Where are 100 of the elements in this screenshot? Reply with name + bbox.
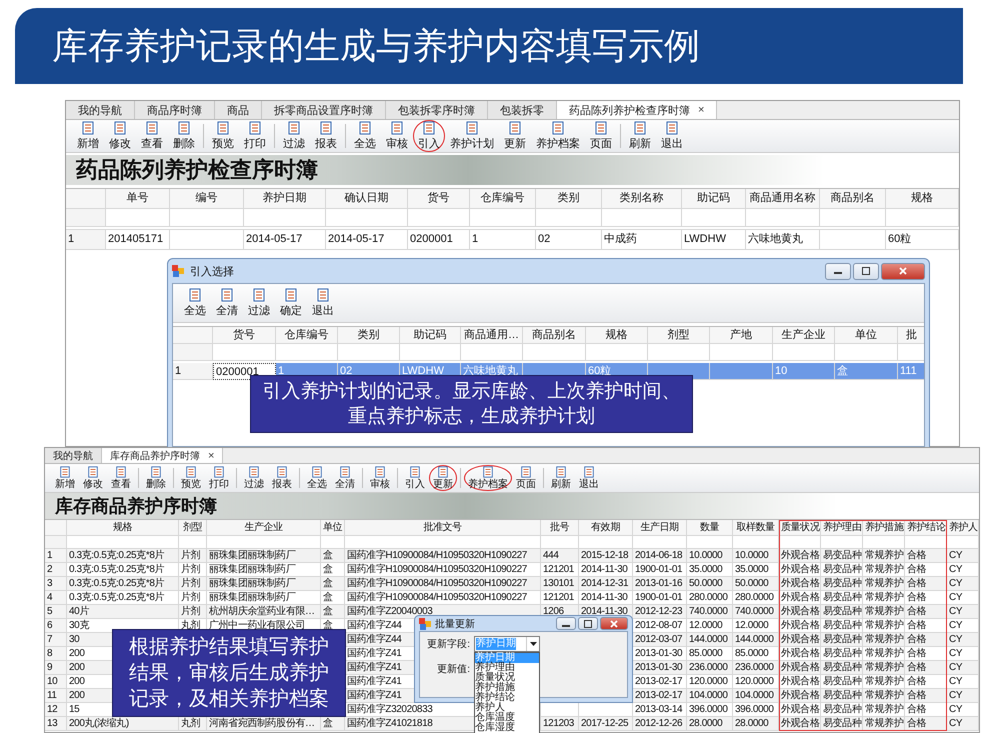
- tab[interactable]: 我的导航: [45, 448, 102, 463]
- toolbar-button[interactable]: 新增: [72, 120, 104, 152]
- toolbar-button[interactable]: 全选: [179, 287, 211, 319]
- toolbar-button[interactable]: 修改: [104, 120, 136, 152]
- column-header[interactable]: 数量: [687, 520, 733, 536]
- table-cell: 盒: [835, 363, 898, 380]
- toolbar-button[interactable]: 刷新: [547, 465, 575, 491]
- column-header[interactable]: 养护结论: [905, 520, 947, 536]
- column-header[interactable]: 剂型: [179, 520, 207, 536]
- column-header[interactable]: 类别名称: [602, 189, 682, 209]
- column-header[interactable]: 单位: [321, 520, 345, 536]
- row-number: 3: [45, 577, 67, 591]
- column-header[interactable]: 规格: [67, 520, 179, 536]
- tab[interactable]: 商品: [215, 101, 262, 119]
- tab[interactable]: 包装拆零序时簿: [386, 101, 488, 119]
- table-cell: 丽珠集团丽珠制药厂: [207, 549, 321, 563]
- toolbar-button[interactable]: 删除: [142, 465, 170, 491]
- column-header[interactable]: 取样数量: [733, 520, 779, 536]
- row-number: 9: [45, 661, 67, 675]
- column-header[interactable]: 生产企业: [207, 520, 321, 536]
- column-header[interactable]: 商品别名: [820, 189, 886, 209]
- column-header[interactable]: 养护措施: [863, 520, 905, 536]
- toolbar-button[interactable]: 修改: [79, 465, 107, 491]
- column-header[interactable]: 单号: [106, 189, 170, 209]
- toolbar-button[interactable]: 过滤: [278, 120, 310, 152]
- toolbar-button[interactable]: 引入: [401, 465, 429, 491]
- tab[interactable]: 库存商品养护序时簿 ×: [102, 448, 224, 463]
- toolbar-button[interactable]: 全清: [331, 465, 359, 491]
- toolbar-button[interactable]: 过滤: [243, 287, 275, 319]
- toolbar-button[interactable]: 全清: [211, 287, 243, 319]
- column-header[interactable]: 商品通用…: [461, 327, 523, 344]
- toolbar-button[interactable]: 页面: [512, 465, 540, 491]
- toolbar-button[interactable]: 删除: [168, 120, 200, 152]
- column-header[interactable]: 商品别名: [523, 327, 586, 344]
- column-header[interactable]: 批号: [541, 520, 579, 536]
- column-header[interactable]: 货号: [408, 189, 470, 209]
- list-option[interactable]: 养护结论: [475, 693, 539, 703]
- tab[interactable]: 我的导航: [66, 101, 135, 119]
- toolbar-button[interactable]: 退出: [307, 287, 339, 319]
- table-cell: 10.0000: [733, 549, 779, 563]
- toolbar-button[interactable]: 过滤: [240, 465, 268, 491]
- toolbar-button[interactable]: 审核: [381, 120, 413, 152]
- column-header[interactable]: 仓库编号: [470, 189, 536, 209]
- column-header[interactable]: 批准文号: [345, 520, 541, 536]
- toolbar-button[interactable]: 养护计划: [445, 120, 499, 152]
- column-header[interactable]: 规格: [886, 189, 959, 209]
- toolbar-button[interactable]: 打印: [239, 120, 271, 152]
- toolbar-button[interactable]: 刷新: [624, 120, 656, 152]
- toolbar-button[interactable]: 打印: [205, 465, 233, 491]
- toolbar-button[interactable]: 新增: [51, 465, 79, 491]
- column-header[interactable]: 商品通用名称: [746, 189, 820, 209]
- toolbar-button[interactable]: 更新: [429, 465, 457, 491]
- column-header[interactable]: 有效期: [579, 520, 633, 536]
- tab[interactable]: 包装拆零: [488, 101, 557, 119]
- column-header[interactable]: 助记码: [400, 327, 461, 344]
- column-header[interactable]: 质量状况: [779, 520, 821, 536]
- column-header[interactable]: 剂型: [648, 327, 710, 344]
- close-button[interactable]: ×: [208, 450, 214, 462]
- toolbar-button[interactable]: 预览: [177, 465, 205, 491]
- toolbar-button[interactable]: 报表: [310, 120, 342, 152]
- column-header[interactable]: 仓库编号: [276, 327, 338, 344]
- column-header[interactable]: 助记码: [682, 189, 746, 209]
- column-header[interactable]: 养护日期: [244, 189, 326, 209]
- toolbar-button[interactable]: 退出: [575, 465, 603, 491]
- close-button[interactable]: ×: [698, 104, 704, 116]
- toolbar-button[interactable]: 引入: [413, 120, 445, 152]
- toolbar-button[interactable]: 预览: [207, 120, 239, 152]
- toolbar-button[interactable]: 页面: [585, 120, 617, 152]
- toolbar-button[interactable]: 审核: [366, 465, 394, 491]
- list-option[interactable]: 仓库湿度: [475, 723, 539, 733]
- column-header[interactable]: 批: [898, 327, 924, 344]
- column-header[interactable]: 类别: [338, 327, 400, 344]
- column-header[interactable]: 生产日期: [633, 520, 687, 536]
- toolbar-button[interactable]: 全选: [303, 465, 331, 491]
- column-header[interactable]: 生产企业: [773, 327, 835, 344]
- column-header[interactable]: 单位: [835, 327, 898, 344]
- column-header[interactable]: 产地: [710, 327, 773, 344]
- tab[interactable]: 拆零商品设置序时簿: [262, 101, 386, 119]
- column-header[interactable]: 货号: [213, 327, 276, 344]
- list-option[interactable]: 养护理由: [475, 663, 539, 673]
- toolbar-button[interactable]: 更新: [499, 120, 531, 152]
- toolbar-button[interactable]: 退出: [656, 120, 688, 152]
- column-header[interactable]: 养护理由: [821, 520, 863, 536]
- column-header[interactable]: 规格: [586, 327, 648, 344]
- column-header[interactable]: 养护人: [947, 520, 979, 536]
- column-header[interactable]: 确认日期: [326, 189, 408, 209]
- toolbar-button[interactable]: 查看: [107, 465, 135, 491]
- tab[interactable]: 商品序时簿: [135, 101, 215, 119]
- table-cell: 合格: [905, 577, 947, 591]
- toolbar-button[interactable]: 养护档案: [531, 120, 585, 152]
- toolbar-button[interactable]: 确定: [275, 287, 307, 319]
- toolbar-button[interactable]: 全选: [349, 120, 381, 152]
- list-option[interactable]: 质量状况: [475, 673, 539, 683]
- column-header[interactable]: 编号: [170, 189, 244, 209]
- toolbar-button[interactable]: 查看: [136, 120, 168, 152]
- toolbar-button[interactable]: 报表: [268, 465, 296, 491]
- list-option[interactable]: 养护人: [475, 703, 539, 713]
- tab[interactable]: 药品陈列养护检查序时簿 ×: [557, 101, 718, 119]
- toolbar-button[interactable]: 养护档案: [464, 465, 512, 491]
- column-header[interactable]: 类别: [536, 189, 602, 209]
